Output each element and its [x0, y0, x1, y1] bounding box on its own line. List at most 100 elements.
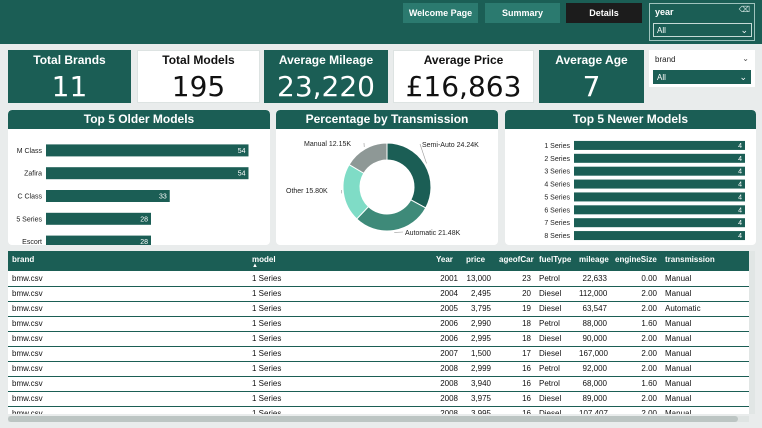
- table-row[interactable]: bmw.csv 1 Series 2008 3,940 16 Petrol 68,000 1.…: [8, 376, 749, 392]
- table-cell: 2006: [432, 316, 462, 332]
- data-label: 33: [159, 194, 167, 201]
- table-cell: 2.00: [611, 391, 661, 407]
- table-cell: bmw.csv: [8, 301, 248, 317]
- table-cell: 1 Series: [248, 391, 432, 407]
- table-cell: 112,000: [575, 286, 611, 302]
- table-cell: Petrol: [535, 316, 575, 332]
- table-cell: Petrol: [535, 376, 575, 392]
- bar: [46, 212, 151, 225]
- vertical-scrollbar[interactable]: [749, 251, 755, 414]
- table-cell: 13,000: [462, 271, 495, 287]
- older-models-bar-chart: M Class 54 Zafira 54 C Class 33 5 Series 28 Esco…: [16, 144, 249, 245]
- kpi-label: Average Age: [555, 53, 628, 67]
- column-header-ageofcar[interactable]: ageofCar: [495, 251, 535, 271]
- table-cell: 1 Series: [248, 286, 432, 302]
- column-header-mileage[interactable]: mileage: [575, 251, 611, 271]
- data-label: 4: [738, 169, 742, 176]
- kpi-value: 7: [582, 70, 601, 103]
- brand-slicer-title: brand: [655, 55, 676, 64]
- chevron-down-icon: ⌄: [739, 72, 747, 82]
- table-cell: Automatic: [661, 301, 749, 317]
- column-header-model[interactable]: model ▲: [248, 251, 432, 271]
- column-header-year[interactable]: Year: [432, 251, 462, 271]
- table-row[interactable]: bmw.csv 1 Series 2007 1,500 17 Diesel 167,000 2…: [8, 346, 749, 362]
- table-cell: 2,495: [462, 286, 495, 302]
- table-row[interactable]: bmw.csv 1 Series 2008 2,999 16 Petrol 92,000 2.…: [8, 361, 749, 377]
- nav-details-button[interactable]: Details: [566, 3, 642, 23]
- table-row[interactable]: bmw.csv 1 Series 2008 3,975 16 Diesel 89,000 2.…: [8, 391, 749, 407]
- table-cell: 2,990: [462, 316, 495, 332]
- table-cell: 16: [495, 361, 535, 377]
- table-cell: 16: [495, 391, 535, 407]
- column-header-enginesize[interactable]: engineSize: [611, 251, 661, 271]
- table-cell: 2.00: [611, 406, 661, 414]
- table-row[interactable]: bmw.csv 1 Series 2006 2,990 18 Petrol 88,000 1.…: [8, 316, 749, 332]
- table-row[interactable]: bmw.csv 1 Series 2005 3,795 19 Diesel 63,547 2.…: [8, 301, 749, 317]
- bar: [574, 218, 745, 228]
- table-cell: Diesel: [535, 391, 575, 407]
- table-cell: 16: [495, 406, 535, 414]
- data-label: 4: [738, 156, 742, 163]
- table-row[interactable]: bmw.csv 1 Series 2008 3,995 16 Diesel 107,407 2…: [8, 406, 749, 414]
- data-label: 54: [238, 148, 246, 155]
- chevron-down-icon[interactable]: ⌄: [742, 54, 749, 63]
- table-cell: bmw.csv: [8, 271, 248, 287]
- data-label: 4: [738, 182, 742, 189]
- table-cell: Diesel: [535, 331, 575, 347]
- nav-welcome-page-button[interactable]: Welcome Page: [403, 3, 478, 23]
- table-cell: 1 Series: [248, 271, 432, 287]
- table-cell: 1 Series: [248, 331, 432, 347]
- scrollbar-thumb[interactable]: [8, 416, 738, 422]
- table-cell: 2,995: [462, 331, 495, 347]
- table-cell: 1 Series: [248, 316, 432, 332]
- table-cell: Manual: [661, 391, 749, 407]
- category-label: Zafira: [24, 171, 42, 178]
- category-label: 6 Series: [544, 207, 570, 214]
- bar: [46, 167, 249, 180]
- table-cell: bmw.csv: [8, 361, 248, 377]
- column-header-fueltype[interactable]: fuelType: [535, 251, 575, 271]
- bar: [574, 166, 745, 176]
- data-label: 4: [738, 220, 742, 227]
- kpi-value: 11: [51, 70, 88, 103]
- table-cell: 2001: [432, 271, 462, 287]
- column-header-brand[interactable]: brand: [8, 251, 248, 271]
- chart-title: Percentage by Transmission: [276, 110, 498, 129]
- nav-summary-button[interactable]: Summary: [485, 3, 560, 23]
- table-cell: 2008: [432, 376, 462, 392]
- table-cell: 1 Series: [248, 346, 432, 362]
- table-cell: 1 Series: [248, 361, 432, 377]
- table-cell: 19: [495, 301, 535, 317]
- year-dropdown[interactable]: All ⌄: [653, 23, 752, 37]
- table-cell: 2.00: [611, 331, 661, 347]
- brand-dropdown[interactable]: All ⌄: [653, 70, 751, 84]
- bar: [574, 205, 745, 215]
- table-body: bmw.csv 1 Series 2001 13,000 23 Petrol 22,633 0…: [8, 271, 749, 414]
- kpi-value: £16,863: [405, 70, 522, 103]
- column-header-price[interactable]: price: [462, 251, 495, 271]
- slice-label: Semi-Auto 24.24K: [422, 142, 479, 149]
- kpi-total-models: Total Models 195: [137, 50, 260, 103]
- table-cell: Manual: [661, 346, 749, 362]
- pie-slice: [386, 142, 432, 209]
- category-label: Escort: [22, 239, 42, 245]
- kpi-average-mileage: Average Mileage 23,220: [264, 50, 388, 103]
- table-cell: bmw.csv: [8, 286, 248, 302]
- table-row[interactable]: bmw.csv 1 Series 2004 2,495 20 Diesel 112,000 2…: [8, 286, 749, 302]
- table-cell: 16: [495, 376, 535, 392]
- year-dropdown-value: All: [657, 25, 666, 35]
- chart-title: Top 5 Newer Models: [505, 110, 756, 129]
- table-cell: 2.00: [611, 301, 661, 317]
- column-header-transmission[interactable]: transmission: [661, 251, 749, 271]
- table-cell: 63,547: [575, 301, 611, 317]
- kpi-total-brands: Total Brands 11: [8, 50, 131, 103]
- table-row[interactable]: bmw.csv 1 Series 2006 2,995 18 Diesel 90,000 2.…: [8, 331, 749, 347]
- clear-selection-icon[interactable]: ⌫: [739, 5, 750, 14]
- table-cell: 1.60: [611, 316, 661, 332]
- table-row[interactable]: bmw.csv 1 Series 2001 13,000 23 Petrol 22,633 0…: [8, 271, 749, 287]
- table-cell: 1 Series: [248, 406, 432, 414]
- table-cell: 18: [495, 331, 535, 347]
- horizontal-scrollbar[interactable]: [8, 416, 749, 422]
- table-cell: 92,000: [575, 361, 611, 377]
- data-label: 4: [738, 194, 742, 201]
